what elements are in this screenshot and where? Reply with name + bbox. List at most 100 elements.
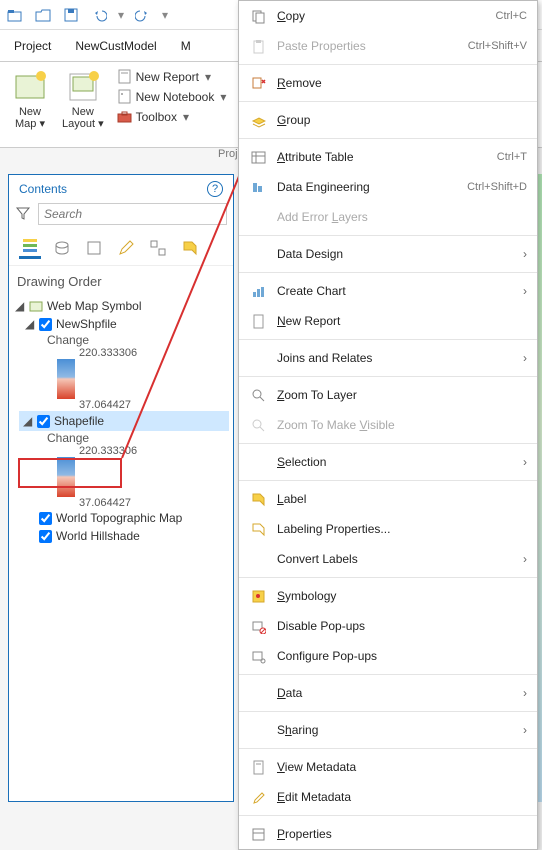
- redo-icon[interactable]: [134, 6, 152, 24]
- ramp-top-2: 220.333306: [79, 445, 229, 457]
- undo-icon[interactable]: [90, 6, 108, 24]
- map-frame-row[interactable]: ◢ Web Map Symbol: [13, 297, 229, 315]
- new-layout-label: NewLayout ▾: [62, 106, 104, 130]
- menu-joins-relates[interactable]: Joins and Relates ›: [239, 343, 537, 373]
- menu-label[interactable]: Label: [239, 484, 537, 514]
- open-folder-icon[interactable]: [34, 6, 52, 24]
- toc-tab-datasource[interactable]: [51, 237, 73, 259]
- undo-dropdown[interactable]: ▾: [118, 8, 124, 22]
- toc-tab-drawing-order[interactable]: [19, 237, 41, 259]
- layer-hillshade-label: World Hillshade: [56, 529, 140, 543]
- renderer-heading-1: Change: [47, 333, 229, 347]
- menu-disable-popups[interactable]: Disable Pop-ups: [239, 611, 537, 641]
- menu-copy-shortcut: Ctrl+C: [496, 10, 527, 22]
- help-icon[interactable]: ?: [207, 181, 223, 197]
- menu-create-chart[interactable]: Create Chart ›: [239, 276, 537, 306]
- new-map-button[interactable]: NewMap ▾: [8, 68, 52, 141]
- toc-tab-edit[interactable]: [115, 237, 137, 259]
- new-report-button[interactable]: New Report▾: [114, 68, 230, 85]
- layer-shapefile-row[interactable]: ◢ Shapefile: [19, 411, 229, 431]
- submenu-arrow-icon: ›: [523, 351, 527, 365]
- menu-sharing[interactable]: Sharing ›: [239, 715, 537, 745]
- layer-topo-checkbox[interactable]: [39, 512, 52, 525]
- menu-attribute-table[interactable]: Attribute Table Ctrl+T: [239, 142, 537, 172]
- layer-newshpfile-row[interactable]: ◢ NewShpfile: [13, 315, 229, 333]
- menu-disablepop-label: Disable Pop-ups: [277, 619, 527, 633]
- menu-data-design[interactable]: Data Design ›: [239, 239, 537, 269]
- menu-data[interactable]: Data ›: [239, 678, 537, 708]
- new-notebook-button[interactable]: New Notebook▾: [114, 88, 230, 105]
- menu-selection[interactable]: Selection ›: [239, 447, 537, 477]
- menu-view-metadata[interactable]: View Metadata: [239, 752, 537, 782]
- menu-dataeng-shortcut: Ctrl+Shift+D: [467, 181, 527, 193]
- redo-dropdown[interactable]: ▾: [162, 8, 168, 22]
- menu-joins-label: Joins and Relates: [277, 351, 513, 365]
- menu-configure-popups[interactable]: Configure Pop-ups: [239, 641, 537, 671]
- filter-icon[interactable]: [15, 205, 33, 223]
- label-props-icon: [249, 520, 267, 538]
- paste-icon: [249, 37, 267, 55]
- submenu-arrow-icon: ›: [523, 686, 527, 700]
- layer-hillshade-checkbox[interactable]: [39, 530, 52, 543]
- disable-popups-icon: [249, 617, 267, 635]
- menu-convert-labels[interactable]: Convert Labels ›: [239, 544, 537, 574]
- edit-metadata-icon: [249, 788, 267, 806]
- menu-paste-label: Paste Properties: [277, 39, 458, 53]
- submenu-arrow-icon: ›: [523, 552, 527, 566]
- tab-extra[interactable]: M: [181, 39, 191, 53]
- new-layout-button[interactable]: NewLayout ▾: [58, 68, 108, 141]
- menu-group[interactable]: Group: [239, 105, 537, 135]
- layer-shapefile-checkbox[interactable]: [37, 415, 50, 428]
- menu-new-report[interactable]: New Report: [239, 306, 537, 336]
- contents-title: Contents: [19, 182, 67, 196]
- toolbox-label: Toolbox: [136, 110, 177, 124]
- toc-tab-snapping[interactable]: [147, 237, 169, 259]
- submenu-arrow-icon: ›: [523, 723, 527, 737]
- menu-copy[interactable]: Copy Ctrl+C: [239, 1, 537, 31]
- toc-tab-selection[interactable]: [83, 237, 105, 259]
- menu-symbology[interactable]: Symbology: [239, 581, 537, 611]
- toc-tree: ◢ Web Map Symbol ◢ NewShpfile Change 220…: [9, 297, 233, 545]
- menu-copy-label: opy: [286, 9, 305, 23]
- toc-tabs: [9, 231, 233, 266]
- zoom-layer-icon: [249, 386, 267, 404]
- menu-remove[interactable]: Remove: [239, 68, 537, 98]
- symbology-icon: [249, 587, 267, 605]
- menu-configpop-label: Configure Pop-ups: [277, 649, 527, 663]
- properties-icon: [249, 825, 267, 843]
- label-icon: [249, 490, 267, 508]
- toc-tab-labeling[interactable]: [179, 237, 201, 259]
- save-icon[interactable]: [62, 6, 80, 24]
- menu-properties[interactable]: Properties: [239, 819, 537, 849]
- menu-edit-metadata[interactable]: Edit Metadata: [239, 782, 537, 812]
- layer-topo-row[interactable]: ◢ World Topographic Map: [13, 509, 229, 527]
- configure-popups-icon: [249, 647, 267, 665]
- map-frame-label: Web Map Symbol: [47, 299, 141, 313]
- menu-data-engineering[interactable]: Data Engineering Ctrl+Shift+D: [239, 172, 537, 202]
- error-layers-icon: [249, 208, 267, 226]
- ramp-bottom-1: 37.064427: [79, 399, 229, 411]
- open-project-icon[interactable]: [6, 6, 24, 24]
- menu-dataeng-label: Data Engineering: [277, 180, 457, 194]
- renderer-heading-2: Change: [47, 431, 229, 445]
- menu-labelprops-label: Labeling Properties...: [277, 522, 527, 536]
- layer-topo-label: World Topographic Map: [56, 511, 182, 525]
- menu-labeling-properties[interactable]: Labeling Properties...: [239, 514, 537, 544]
- table-icon: [249, 148, 267, 166]
- drawing-order-header: Drawing Order: [9, 266, 233, 297]
- menu-zoom-to-layer[interactable]: Zoom To Layer: [239, 380, 537, 410]
- view-metadata-icon: [249, 758, 267, 776]
- submenu-arrow-icon: ›: [523, 455, 527, 469]
- map-icon: [29, 299, 43, 313]
- group-icon: [249, 111, 267, 129]
- tab-model[interactable]: NewCustModel: [75, 39, 156, 53]
- search-input[interactable]: [38, 203, 227, 225]
- new-notebook-label: New Notebook: [136, 90, 215, 104]
- data-engineering-icon: [249, 178, 267, 196]
- tab-project[interactable]: Project: [14, 39, 51, 53]
- toolbox-button[interactable]: Toolbox▾: [114, 108, 230, 125]
- layer-newshpfile-checkbox[interactable]: [39, 318, 52, 331]
- chart-icon: [249, 282, 267, 300]
- zoom-visible-icon: [249, 416, 267, 434]
- layer-hillshade-row[interactable]: ◢ World Hillshade: [13, 527, 229, 545]
